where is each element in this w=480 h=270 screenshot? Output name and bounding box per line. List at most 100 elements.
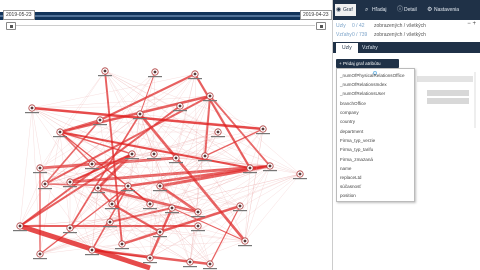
graph-edge bbox=[139, 113, 191, 263]
node-avatar-icon bbox=[58, 130, 62, 134]
node-avatar-icon bbox=[153, 70, 157, 74]
dropdown-item[interactable]: branchOffice bbox=[340, 100, 366, 108]
node-label-mark bbox=[203, 268, 217, 270]
node-avatar-icon bbox=[203, 154, 207, 158]
chart-header-bar bbox=[417, 76, 473, 82]
node-avatar-icon bbox=[152, 152, 156, 156]
dropdown-item[interactable]: Firma_typ_verzie bbox=[340, 137, 375, 145]
info-icon: ⓘ bbox=[397, 7, 404, 13]
node-label-mark bbox=[148, 76, 162, 78]
search-icon: ⌕ bbox=[365, 7, 369, 13]
node-label-mark bbox=[125, 158, 139, 160]
graph-edge bbox=[244, 165, 271, 242]
graph-icon: ◉ bbox=[336, 7, 342, 13]
graph-svg[interactable] bbox=[0, 36, 332, 270]
tab-detail-label: Detail bbox=[404, 7, 417, 13]
node-label-mark bbox=[143, 262, 157, 264]
node-label-mark bbox=[133, 118, 147, 120]
node-avatar-icon bbox=[196, 224, 200, 228]
add-attribute-graph-button[interactable]: + Pridaj graf atribútu bbox=[336, 59, 399, 68]
node-avatar-icon bbox=[96, 186, 100, 190]
node-avatar-icon bbox=[30, 106, 34, 110]
dropdown-item[interactable]: Firma_typ_tarifu bbox=[340, 146, 373, 154]
dropdown-item[interactable]: company bbox=[340, 109, 359, 117]
tab-graf[interactable]: ◉ Graf bbox=[335, 4, 356, 16]
node-avatar-icon bbox=[130, 152, 134, 156]
node-label-mark bbox=[143, 208, 157, 210]
node-avatar-icon bbox=[188, 260, 192, 264]
scrollbar[interactable] bbox=[474, 72, 476, 128]
node-avatar-icon bbox=[126, 184, 130, 188]
node-avatar-icon bbox=[208, 262, 212, 266]
node-avatar-icon bbox=[68, 180, 72, 184]
node-avatar-icon bbox=[298, 172, 302, 176]
node-avatar-icon bbox=[196, 210, 200, 214]
timeline-range-track bbox=[14, 25, 315, 26]
minus-icon[interactable]: − bbox=[467, 21, 471, 27]
sub-tabs: Uzly Vzťahy bbox=[333, 42, 480, 53]
node-avatar-icon bbox=[193, 72, 197, 76]
node-avatar-icon bbox=[238, 204, 242, 208]
node-label-mark bbox=[191, 230, 205, 232]
timeline[interactable]: 2019-05-23 2019-04-23 bbox=[0, 0, 332, 36]
tab-detail[interactable]: ⓘ Detail bbox=[396, 4, 417, 16]
node-label-mark bbox=[211, 136, 225, 138]
node-avatar-icon bbox=[18, 224, 22, 228]
node-avatar-icon bbox=[98, 118, 102, 122]
dropdown-item[interactable]: _numOfPhysicalRelationsOffice bbox=[340, 72, 405, 80]
node-avatar-icon bbox=[90, 248, 94, 252]
graph-edge bbox=[209, 165, 271, 265]
dropdown-item[interactable]: replaceLtd bbox=[340, 174, 361, 182]
graph-edge bbox=[31, 73, 196, 109]
node-avatar-icon bbox=[174, 156, 178, 160]
node-label-mark bbox=[243, 172, 257, 174]
node-label-mark bbox=[191, 216, 205, 218]
timeline-start-handle[interactable] bbox=[6, 22, 16, 30]
attribute-dropdown[interactable]: _numOfPhysicalRelationsOffice _numOfRela… bbox=[336, 68, 415, 202]
chart-bar bbox=[427, 98, 469, 104]
node-avatar-icon bbox=[68, 226, 72, 230]
stat-uzly-count: 0 / 42 bbox=[352, 23, 365, 29]
dropdown-item[interactable]: súčasnosť bbox=[340, 183, 361, 191]
tab-nastavenia-label: Nastavenia bbox=[434, 7, 460, 13]
timeline-start-date: 2019-05-23 bbox=[3, 10, 35, 20]
plus-icon[interactable]: + bbox=[472, 21, 476, 27]
graph-edge bbox=[244, 173, 301, 242]
side-panel: ◉ Graf ⌕ Hľadaj ⓘ Detail ⚙ Nastavenia Uz… bbox=[332, 0, 480, 270]
graph-edge bbox=[19, 107, 33, 227]
tab-hladaj[interactable]: ⌕ Hľadaj bbox=[364, 4, 387, 16]
node-label-mark bbox=[63, 232, 77, 234]
dropdown-item[interactable]: _numOfRelationsIndex bbox=[340, 81, 387, 89]
node-label-mark bbox=[169, 162, 183, 164]
timeline-end-date: 2019-04-23 bbox=[300, 10, 332, 20]
stat-vztahy-count: 0 / 739 bbox=[352, 32, 368, 38]
tab-nastavenia[interactable]: ⚙ Nastavenia bbox=[426, 4, 459, 16]
node-avatar-icon bbox=[216, 130, 220, 134]
node-label-mark bbox=[13, 230, 27, 232]
node-label-mark bbox=[85, 254, 99, 256]
dropdown-item[interactable]: position bbox=[340, 192, 356, 200]
graph-edge bbox=[189, 240, 246, 263]
dropdown-item[interactable]: Firma_zmazaná bbox=[340, 156, 373, 164]
panel-tabs: ◉ Graf ⌕ Hľadaj ⓘ Detail ⚙ Nastavenia bbox=[333, 0, 480, 20]
stats: Uzly 0 / 42 zobrazených / všetkých Vzťahy0… bbox=[333, 20, 480, 42]
dropdown-item[interactable]: country bbox=[340, 118, 355, 126]
node-avatar-icon bbox=[170, 206, 174, 210]
node-label-mark bbox=[121, 190, 135, 192]
graph-canvas[interactable] bbox=[0, 36, 332, 270]
dropdown-item[interactable]: _numOfRelationsUser bbox=[340, 90, 385, 98]
subtab-vztahy[interactable]: Vzťahy bbox=[356, 43, 384, 53]
graph-edges bbox=[19, 70, 301, 270]
dropdown-item[interactable]: department bbox=[340, 128, 363, 136]
node-label-mark bbox=[238, 245, 252, 247]
gear-icon: ⚙ bbox=[427, 7, 433, 13]
node-label-mark bbox=[33, 172, 47, 174]
node-avatar-icon bbox=[38, 166, 42, 170]
node-label-mark bbox=[63, 186, 77, 188]
graph-edge bbox=[39, 70, 106, 169]
node-label-mark bbox=[103, 226, 117, 228]
node-label-mark bbox=[93, 124, 107, 126]
dropdown-item[interactable]: name bbox=[340, 165, 352, 173]
subtab-uzly[interactable]: Uzly bbox=[336, 43, 358, 53]
timeline-end-handle[interactable] bbox=[316, 22, 326, 30]
